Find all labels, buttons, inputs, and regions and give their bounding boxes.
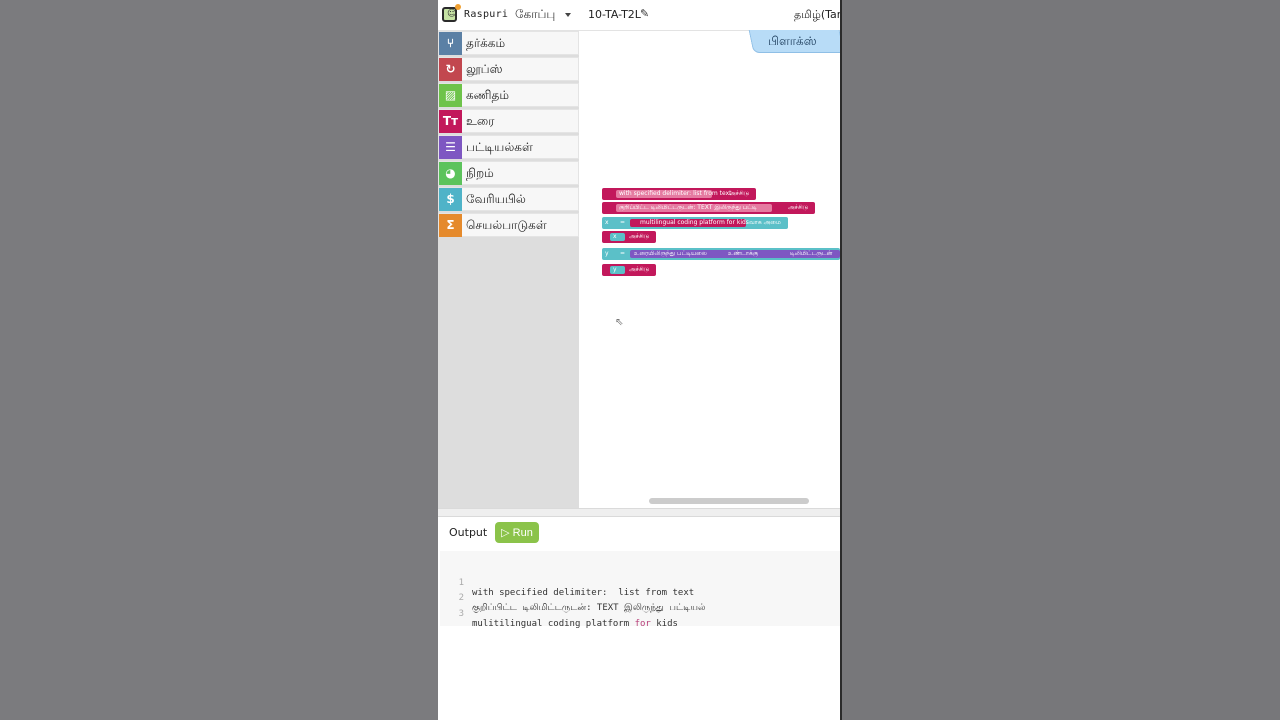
project-name[interactable]: 10-TA-T2L [588,8,641,21]
app-logo-icon[interactable]: ☺ [442,7,457,22]
variable-getter[interactable]: x [610,233,625,241]
category-label: வேரியபில் [466,192,526,206]
block-keyword: அச்சிடு [788,204,809,211]
brand-name: Raspuri [464,9,509,20]
category-logic[interactable]: ⑂ தர்க்கம் [438,31,579,55]
panel-resize-handle[interactable] [438,508,840,517]
mouse-cursor-icon: ⇖ [615,317,624,328]
block-keyword: உண்டாக்கு [728,250,759,257]
window-edge [840,0,842,720]
list-icon: ☰ [439,136,462,159]
set-variable-block[interactable]: y = உரையிலிருந்து பட்டியலை உண்டாக்கு டில… [602,248,840,260]
category-label: தர்க்கம் [466,36,506,50]
background-right [842,0,1280,720]
line-text: குறிப்பிட்ட டிலிமிட்டருடன்: TEXT இலிருந்… [472,603,706,613]
code-menu[interactable]: கோப்பு [515,7,555,23]
block-keyword: உரையிலிருந்து பட்டியலை [634,250,707,257]
function-icon: Σ [439,214,462,237]
block-keyword: டிலிமிட்டருடன் [790,250,833,257]
block-keyword: அச்சிடு [629,266,650,273]
variable-name[interactable]: x [605,219,609,227]
set-variable-block[interactable]: x = multilingual coding platform for kid… [602,217,788,229]
console-line: 3 mulitilingual coding platform for kids [440,599,678,639]
block-toolbox: ⑂ தர்க்கம் ↻ லூப்ஸ் ▨ கணிதம் Tт உரை ☰ பட… [438,31,579,508]
print-block[interactable]: with specified delimiter: list from text… [602,188,756,200]
text-literal[interactable]: குறிப்பிட்ட டிலிமிட்டருடன்: TEXT இலிருந்… [616,204,772,212]
app-window: ☺ Raspuri கோப்பு 10-TA-T2L ✎ தமிழ்(Tam ⑂… [438,0,840,720]
text-literal[interactable]: multilingual coding platform for kids [630,219,749,227]
line-text: with specified delimiter: list from text [472,588,695,598]
edit-pencil-icon[interactable]: ✎ [640,7,649,20]
category-lists[interactable]: ☰ பட்டியல்கள் [438,135,579,159]
output-console: 1 with specified delimiter: list from te… [440,551,840,629]
category-label: செயல்பாடுகள் [466,218,547,232]
category-label: உரை [466,114,495,128]
print-block[interactable]: y அச்சிடு [602,264,656,276]
loop-icon: ↻ [439,58,462,81]
notification-dot-icon [455,4,461,10]
equals-sign: = [620,250,626,257]
workspace-horizontal-scrollbar[interactable] [649,498,809,504]
variable-icon: $ [439,188,462,211]
line-text: mulitilingual coding platform for kids [472,619,678,629]
run-button[interactable]: ▷ Run [495,522,539,543]
print-block[interactable]: குறிப்பிட்ட டிலிமிட்டருடன்: TEXT இலிருந்… [602,202,815,214]
block-keyword: வாக அமை [749,219,781,226]
category-label: லூப்ஸ் [466,62,503,76]
block-keyword: அச்சிடு [629,233,650,240]
text-icon: Tт [439,110,462,133]
category-label: நிறம் [466,166,494,180]
category-text[interactable]: Tт உரை [438,109,579,133]
text-literal[interactable]: with specified delimiter: list from text [616,190,732,198]
language-selector[interactable]: தமிழ்(Tam [794,8,840,23]
palette-icon: ◕ [439,162,462,185]
variable-name: x [613,233,617,240]
flyout-tab-label[interactable]: பிளாக்ஸ் [768,34,817,50]
line-number: 3 [458,609,464,619]
category-math[interactable]: ▨ கணிதம் [438,83,579,107]
text-literal-value: with specified delimiter: list from text [619,190,732,197]
category-colour[interactable]: ◕ நிறம் [438,161,579,185]
category-loops[interactable]: ↻ லூப்ஸ் [438,57,579,81]
equals-sign: = [620,219,626,226]
math-icon: ▨ [439,84,462,107]
list-from-text-block[interactable]: உரையிலிருந்து பட்டியலை உண்டாக்கு டிலிமிட… [630,250,840,258]
top-bar: ☺ Raspuri கோப்பு 10-TA-T2L ✎ தமிழ்(Tam [438,0,840,31]
block-keyword: அச்சிடு [729,190,750,197]
variable-name: y [613,266,617,273]
output-label: Output [449,526,488,539]
background-left [0,0,438,720]
variable-name[interactable]: y [605,250,609,258]
category-functions[interactable]: Σ செயல்பாடுகள் [438,213,579,237]
category-variables[interactable]: $ வேரியபில் [438,187,579,211]
logic-icon: ⑂ [439,32,462,55]
category-label: பட்டியல்கள் [466,140,533,154]
text-literal-value: multilingual coding platform for kids [640,219,749,226]
text-literal-value: குறிப்பிட்ட டிலிமிட்டருடன்: TEXT இலிருந்… [619,204,757,211]
category-label: கணிதம் [466,88,509,102]
chevron-down-icon[interactable] [565,13,571,17]
print-block[interactable]: x அச்சிடு [602,231,656,243]
variable-getter[interactable]: y [610,266,625,274]
